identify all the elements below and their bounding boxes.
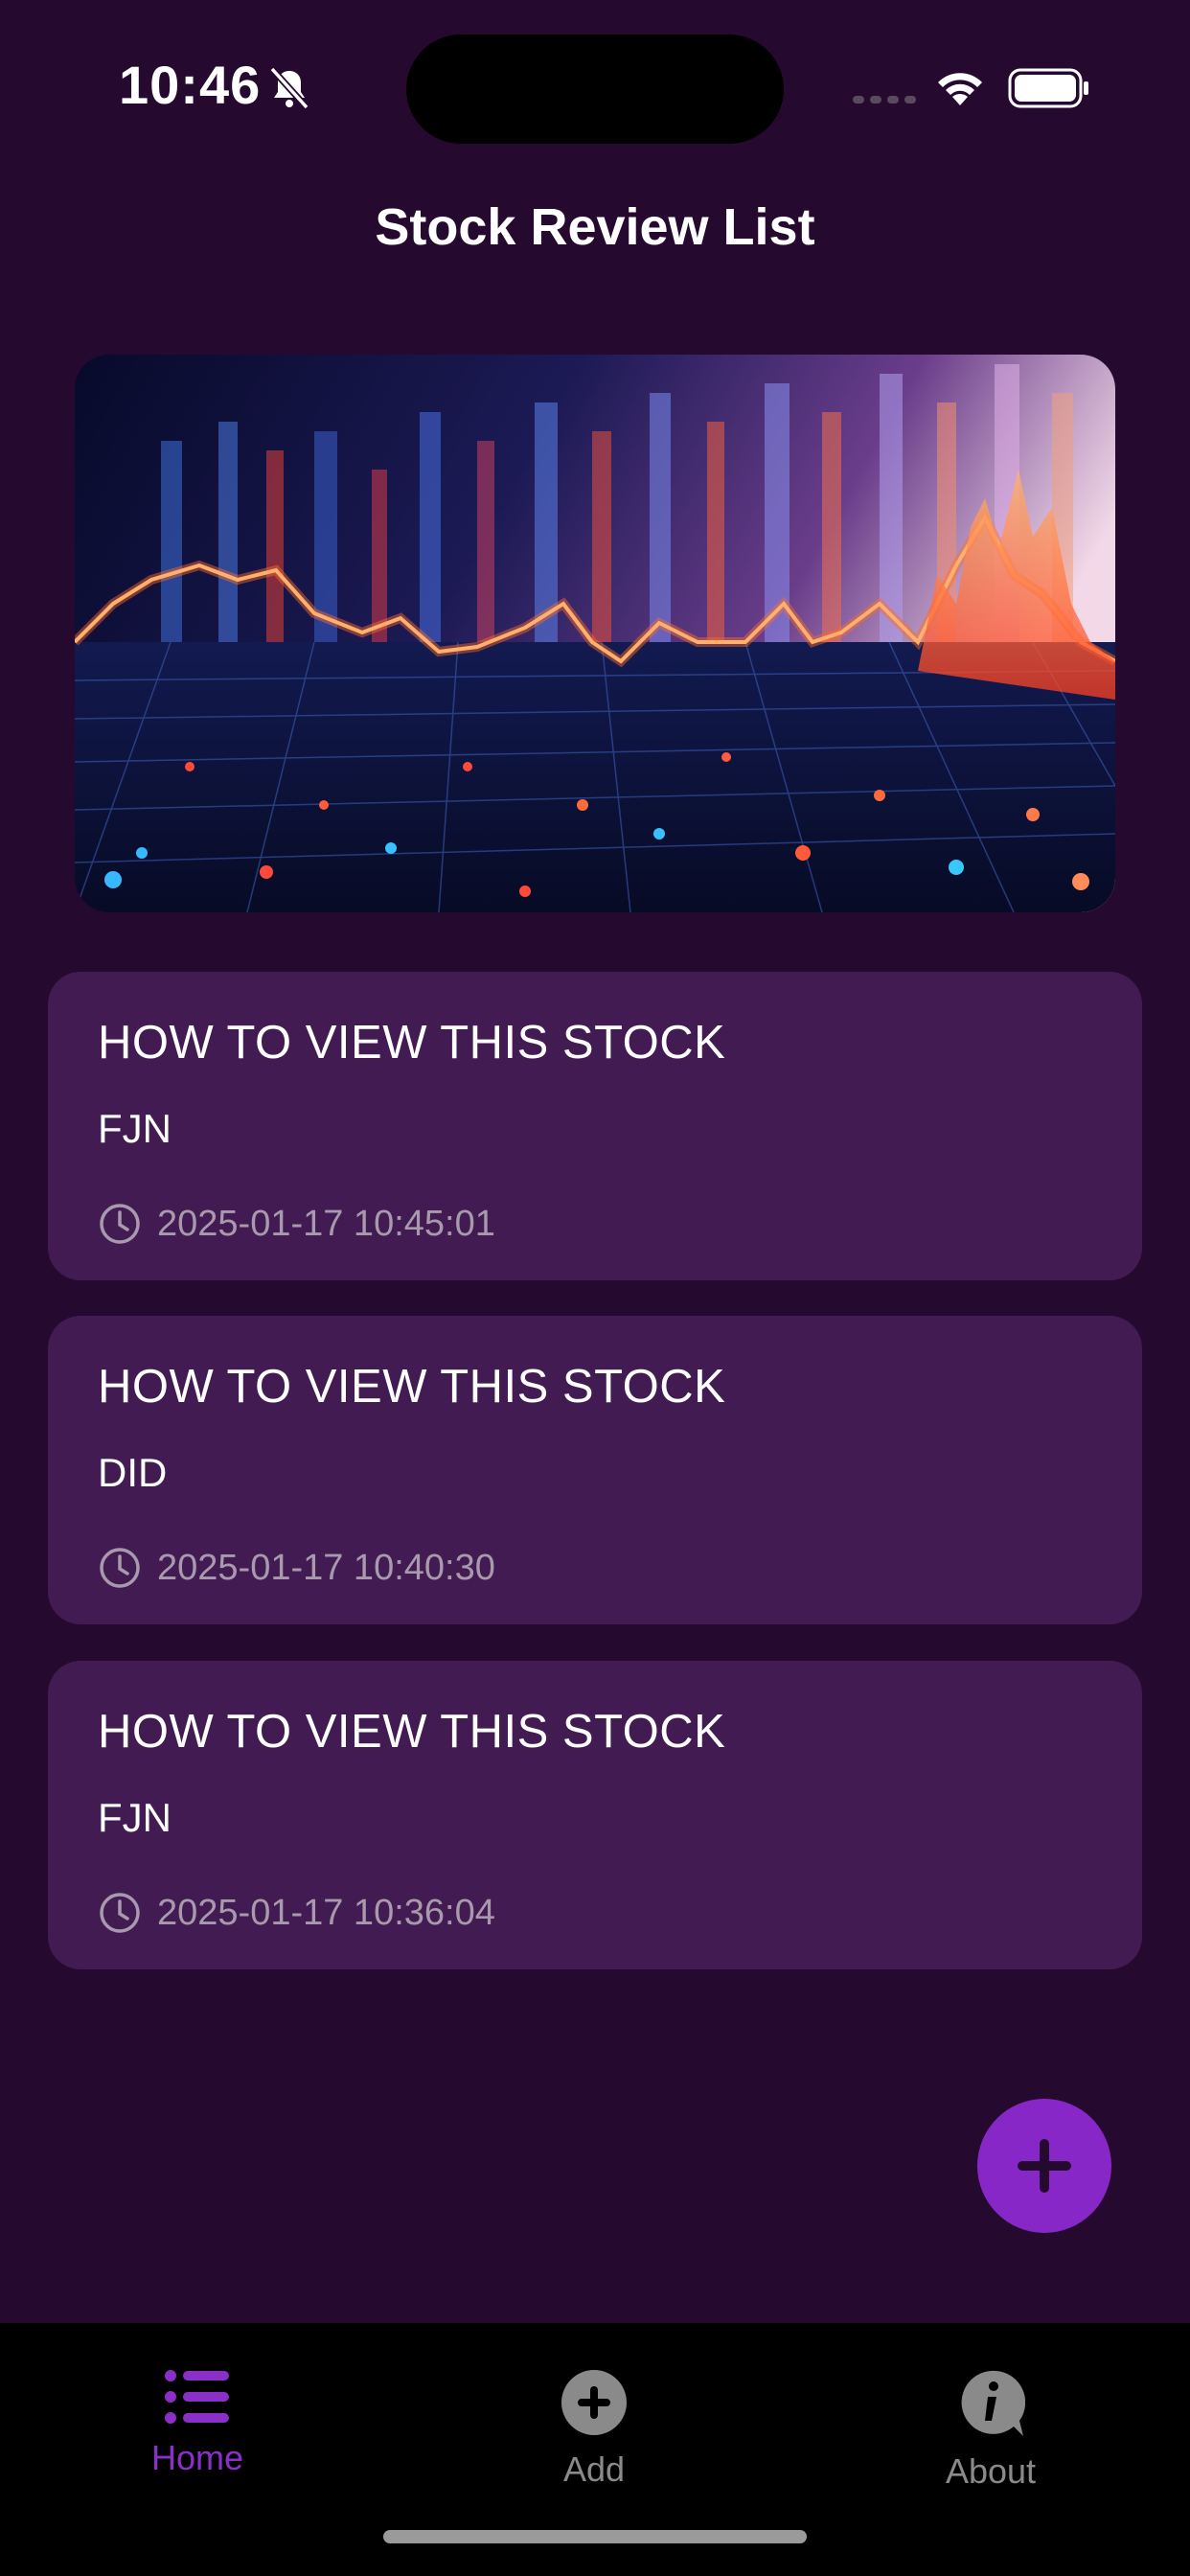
tab-home-label: Home	[150, 2438, 244, 2477]
review-title: HOW TO VIEW THIS STOCK	[98, 1017, 726, 1069]
cellular-signal-icon	[853, 96, 916, 104]
home-indicator	[383, 2530, 807, 2543]
clock-icon	[100, 1893, 140, 1933]
add-review-fab[interactable]	[977, 2099, 1111, 2233]
hero-stock-chart-image	[75, 355, 1115, 912]
review-timestamp: 2025-01-17 10:45:01	[157, 1204, 495, 1244]
tab-about[interactable]: About	[876, 2342, 1106, 2505]
battery-icon	[1008, 68, 1088, 108]
review-stock-symbol: FJN	[98, 1106, 172, 1151]
page-title: Stock Review List	[375, 198, 815, 256]
bell-muted-icon	[269, 66, 309, 110]
tab-add-label: Add	[562, 2450, 626, 2489]
status-time: 10:46	[119, 55, 262, 115]
tab-add[interactable]: Add	[479, 2342, 709, 2505]
review-timestamp: 2025-01-17 10:36:04	[157, 1893, 495, 1933]
review-card[interactable]: HOW TO VIEW THIS STOCK DID 2025-01-17 10…	[48, 1316, 1142, 1624]
info-icon	[961, 2370, 1025, 2436]
review-card[interactable]: HOW TO VIEW THIS STOCK FJN 2025-01-17 10…	[48, 1661, 1142, 1969]
tab-home[interactable]: Home	[82, 2342, 312, 2505]
clock-icon	[100, 1548, 140, 1588]
dynamic-island	[406, 34, 784, 144]
review-card[interactable]: HOW TO VIEW THIS STOCK FJN 2025-01-17 10…	[48, 972, 1142, 1280]
plus-icon	[1018, 2139, 1071, 2193]
list-icon	[165, 2370, 229, 2424]
review-title: HOW TO VIEW THIS STOCK	[98, 1361, 726, 1413]
clock-icon	[100, 1204, 140, 1244]
tab-about-label: About	[945, 2451, 1037, 2491]
wifi-icon	[938, 73, 982, 105]
add-circle-icon	[561, 2370, 627, 2435]
review-stock-symbol: DID	[98, 1450, 168, 1495]
review-timestamp: 2025-01-17 10:40:30	[157, 1548, 495, 1588]
review-stock-symbol: FJN	[98, 1795, 172, 1840]
review-title: HOW TO VIEW THIS STOCK	[98, 1706, 726, 1758]
status-bar: 10:46	[0, 0, 1190, 172]
